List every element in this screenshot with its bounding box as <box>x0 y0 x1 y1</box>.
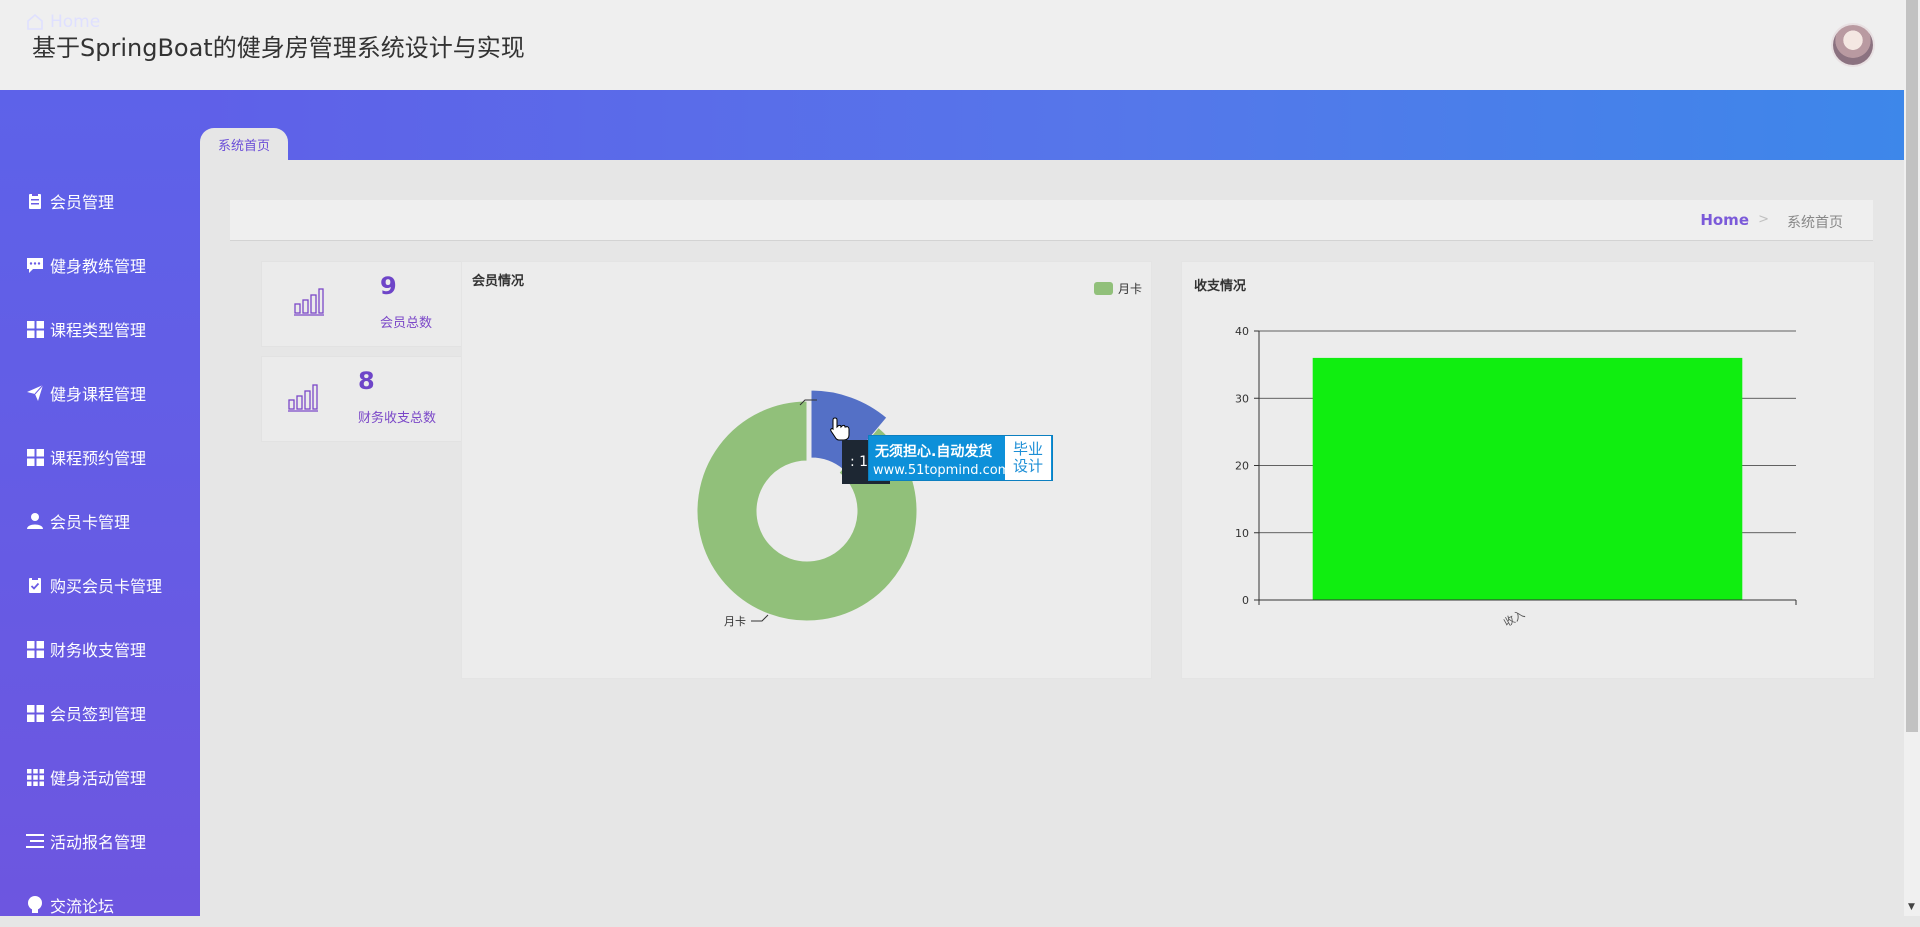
y-tick-label: 30 <box>1235 392 1249 405</box>
breadcrumb-current: 系统首页 <box>1787 215 1843 231</box>
sidebar: Home 会员管理 健身教练管理 课程类型管理 健身课程管理 课程预约管理 会员… <box>0 12 200 916</box>
watermark-right2: 设计 <box>1012 457 1043 475</box>
sidebar-item-home[interactable]: Home <box>0 0 200 44</box>
tab-bar <box>200 90 1904 160</box>
sidebar-item-label: 活动报名管理 <box>50 833 147 852</box>
list-icon <box>25 831 45 851</box>
grid-icon <box>25 639 45 659</box>
y-tick-label: 40 <box>1235 325 1249 338</box>
watermark-ad[interactable]: 无须担心.自动发货 www.51topmind.com 毕业 设计 <box>868 435 1053 481</box>
sidebar-item-label: 健身教练管理 <box>50 257 147 276</box>
pie-slice-label: 月卡 <box>724 615 746 628</box>
stat-value: 8 <box>358 367 375 395</box>
sidebar-item-forum[interactable]: 交流论坛 <box>0 883 200 927</box>
finance-bar-chart[interactable]: 0 10 20 30 40 收入 <box>1182 262 1874 678</box>
sidebar-item-coach[interactable]: 健身教练管理 <box>0 243 200 287</box>
sidebar-item-booking[interactable]: 课程预约管理 <box>0 435 200 479</box>
watermark-right1: 毕业 <box>1012 440 1043 458</box>
sidebar-item-course[interactable]: 健身课程管理 <box>0 371 200 415</box>
breadcrumb-home[interactable]: Home <box>1700 211 1749 229</box>
home-icon <box>25 12 45 32</box>
sidebar-item-buy-card[interactable]: 购买会员卡管理 <box>0 563 200 607</box>
user-icon <box>25 511 45 531</box>
sidebar-item-member[interactable]: 会员管理 <box>0 179 200 223</box>
stat-card-finance: 8 财务收支总数 <box>261 356 462 442</box>
breadcrumb: Home > 系统首页 <box>230 200 1873 241</box>
sidebar-item-label: 健身活动管理 <box>50 769 147 788</box>
user-avatar[interactable] <box>1833 25 1873 65</box>
y-tick-label: 20 <box>1235 460 1249 473</box>
sidebar-item-label: 课程类型管理 <box>50 321 147 340</box>
stat-value: 9 <box>380 272 397 300</box>
bar-0[interactable] <box>1312 357 1743 600</box>
grid-icon <box>25 703 45 723</box>
bulb-icon <box>25 895 45 915</box>
scrollbar-thumb[interactable] <box>1906 0 1918 732</box>
grid-icon <box>25 447 45 467</box>
watermark-line2: www.51topmind.com <box>873 463 1011 478</box>
y-tick-label: 10 <box>1235 527 1249 540</box>
sidebar-item-label: 购买会员卡管理 <box>50 577 163 596</box>
y-tick-label: 0 <box>1242 594 1249 607</box>
send-icon <box>25 383 45 403</box>
breadcrumb-separator: > <box>1758 212 1769 227</box>
sidebar-item-activity[interactable]: 健身活动管理 <box>0 755 200 799</box>
sidebar-item-label: 健身课程管理 <box>50 385 147 404</box>
chat-icon <box>25 255 45 275</box>
clipboard-icon <box>25 191 45 211</box>
grid-icon <box>25 319 45 339</box>
stat-label: 会员总数 <box>380 316 433 331</box>
sidebar-item-label: 课程预约管理 <box>50 449 147 468</box>
sidebar-item-label: Home <box>50 12 101 32</box>
sidebar-item-course-type[interactable]: 课程类型管理 <box>0 307 200 351</box>
sidebar-item-label: 财务收支管理 <box>50 641 147 660</box>
sidebar-item-finance[interactable]: 财务收支管理 <box>0 627 200 671</box>
tab-home[interactable]: 系统首页 <box>200 128 288 160</box>
bar-chart-icon <box>288 384 318 412</box>
x-tick-label: 收入 <box>1501 606 1527 629</box>
sidebar-item-label: 会员管理 <box>50 193 115 212</box>
apps-icon <box>25 767 45 787</box>
watermark-line1: 无须担心.自动发货 <box>875 444 993 460</box>
sidebar-item-signup[interactable]: 活动报名管理 <box>0 819 200 863</box>
scroll-down-arrow[interactable]: ▼ <box>1908 902 1915 912</box>
bar-chart-icon <box>294 288 324 316</box>
sidebar-item-checkin[interactable]: 会员签到管理 <box>0 691 200 735</box>
sidebar-item-label: 交流论坛 <box>50 897 115 916</box>
sidebar-item-label: 会员签到管理 <box>50 705 147 724</box>
sidebar-item-member-card[interactable]: 会员卡管理 <box>0 499 200 543</box>
finance-chart-panel: 收支情况 0 10 20 30 40 收入 <box>1181 261 1875 679</box>
stat-card-members: 9 会员总数 <box>261 261 462 347</box>
stat-label: 财务收支总数 <box>358 411 437 426</box>
pie-slice-yueka[interactable] <box>696 400 918 622</box>
sidebar-item-label: 会员卡管理 <box>50 513 131 532</box>
clipboard-check-icon <box>25 575 45 595</box>
top-header: 基于SpringBoat的健身房管理系统设计与实现 <box>0 0 1904 90</box>
